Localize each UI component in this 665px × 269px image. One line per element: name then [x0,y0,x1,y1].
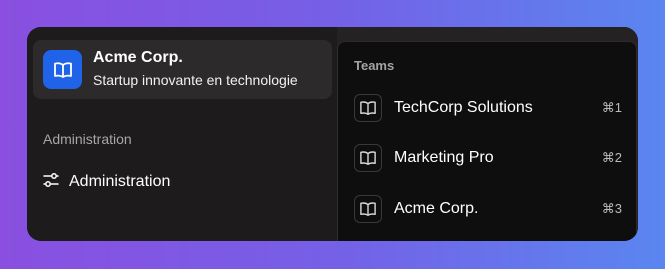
book-icon [354,94,382,122]
sidebar-section-label: Administration [43,131,132,147]
book-icon [354,195,382,223]
book-icon [43,50,82,89]
sliders-icon [43,172,59,193]
dropdown-heading: Teams [354,58,395,73]
sidebar: Acme Corp. Startup innovante en technolo… [27,27,337,241]
org-subtitle: Startup innovante en technologie [93,72,298,88]
team-item-marketing[interactable]: Marketing Pro ⌘2 [354,142,622,174]
team-name: Acme Corp. [394,200,479,217]
team-name: TechCorp Solutions [394,99,533,116]
org-name: Acme Corp. [93,49,183,66]
sidebar-item-label: Administration [69,173,171,190]
team-shortcut: ⌘2 [601,150,622,165]
team-item-techcorp[interactable]: TechCorp Solutions ⌘1 [354,92,622,124]
book-icon [354,144,382,172]
team-name: Marketing Pro [394,149,494,166]
team-shortcut: ⌘1 [601,100,622,115]
app-window: Acme Corp. Startup innovante en technolo… [27,27,638,241]
team-shortcut: ⌘3 [601,201,622,216]
team-item-acme[interactable]: Acme Corp. ⌘3 [354,193,622,225]
org-switcher[interactable]: Acme Corp. Startup innovante en technolo… [33,40,332,99]
teams-dropdown: Teams TechCorp Solutions ⌘1 Marketing Pr… [337,41,637,241]
sidebar-item-administration[interactable]: Administration [43,170,170,194]
